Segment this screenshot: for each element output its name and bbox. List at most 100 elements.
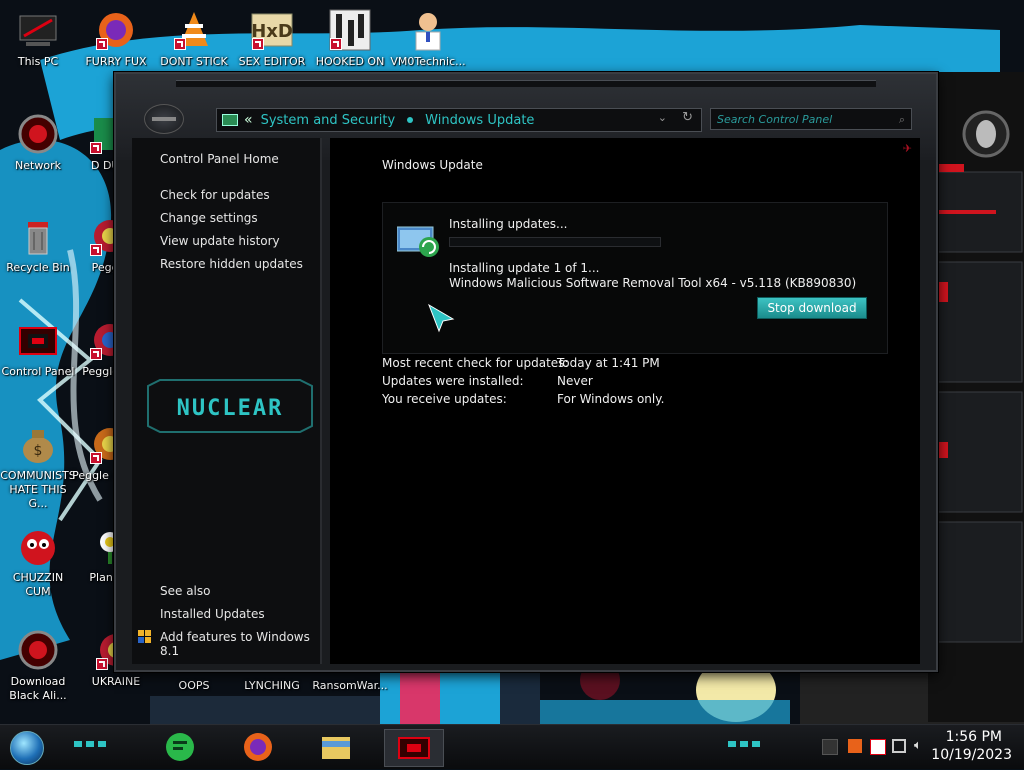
peggle-icon xyxy=(88,214,116,258)
mouse-cursor-icon xyxy=(427,303,457,337)
breadcrumb-windows-update[interactable]: Windows Update xyxy=(425,113,534,128)
desktop-icon-dum[interactable]: D DUM xyxy=(72,112,116,173)
show-desktop-icon[interactable] xyxy=(822,739,838,755)
desktop-icon-plants-zombies[interactable]: Plan Zo xyxy=(72,524,116,585)
desktop-icon-label: COMMUNISTS HATE THIS G... xyxy=(0,469,76,510)
desktop-icon-label: LYNCHING xyxy=(244,679,300,692)
desktop-icon-lynching[interactable]: LYNCHING xyxy=(234,676,310,693)
firefox-icon xyxy=(94,8,138,52)
desktop-icon-recycle-bin[interactable]: Recycle Bin xyxy=(0,214,76,275)
desktop-icon-label: Peggle of War xyxy=(72,469,116,482)
desktop-icon-label: This PC xyxy=(17,55,59,68)
desktop-icon-label: D DUM xyxy=(91,159,116,172)
start-button[interactable] xyxy=(10,731,44,765)
desktop-icon-furry-fux[interactable]: FURRY FUX xyxy=(78,8,154,69)
desktop-icon-oops[interactable]: OOPS xyxy=(156,676,232,693)
desktop-icon-chuzzin[interactable]: CHUZZIN CUM xyxy=(0,524,76,599)
taskbar-app-file-explorer[interactable] xyxy=(316,729,356,765)
green-notes-icon xyxy=(166,733,194,761)
main-content: ✈ Windows Update Installing updates... I… xyxy=(330,138,920,664)
desktop-icon-label: Recycle Bin xyxy=(6,261,70,274)
taskbar-decoration xyxy=(74,741,110,747)
desktop-icon-peggle-de[interactable]: Peggle De xyxy=(72,318,116,379)
desktop-icon-peggle-war[interactable]: Peggle of War xyxy=(72,422,116,483)
control-panel-icon xyxy=(16,318,60,362)
titlebar-ridge xyxy=(176,80,876,87)
search-icon[interactable]: ⌕ xyxy=(899,109,905,131)
red-creature-icon xyxy=(16,524,60,568)
peggle-icon xyxy=(88,318,116,362)
nuclear-logo-text: NUCLEAR xyxy=(177,396,284,421)
info-label-last-check: Most recent check for updates: xyxy=(382,356,569,370)
taskbar-app-control-panel[interactable] xyxy=(384,729,444,767)
stop-download-button[interactable]: Stop download xyxy=(757,297,867,319)
desktop-icon-communists[interactable]: $ COMMUNISTS HATE THIS G... xyxy=(0,422,76,511)
volume-icon[interactable]: 🔈︎ xyxy=(914,739,928,753)
vlc-cone-icon xyxy=(172,8,216,52)
chevron-double-left-icon[interactable]: « xyxy=(244,112,253,128)
back-button[interactable] xyxy=(144,104,184,134)
this-pc-icon xyxy=(16,8,60,52)
info-value-installed: Never xyxy=(557,374,593,388)
hex-editor-icon: HxD xyxy=(250,8,294,52)
desktop-icon-download-black[interactable]: Download Black Ali... xyxy=(0,628,76,703)
desktop-icon-label: FURRY FUX xyxy=(85,55,147,68)
desktop-icon-label: Peggle xyxy=(91,261,116,274)
sidebar-link-change-settings[interactable]: Change settings xyxy=(160,211,258,225)
desktop-icon-hooked-on[interactable]: HOOKED ON xyxy=(312,8,388,69)
shortcut-arrow-icon xyxy=(330,38,342,50)
breadcrumb-system-security[interactable]: System and Security xyxy=(261,113,396,128)
sidebar-link-home[interactable]: Control Panel Home xyxy=(160,152,279,166)
network-icon xyxy=(16,112,60,156)
desktop-icon-control-panel[interactable]: Control Panel xyxy=(0,318,76,379)
page-title: Windows Update xyxy=(382,158,483,172)
sidebar-link-restore-hidden[interactable]: Restore hidden updates xyxy=(160,257,303,271)
desktop-icon-dont-stick[interactable]: DONT STICK xyxy=(156,8,232,69)
windows-features-icon xyxy=(138,629,152,643)
network-tray-icon[interactable] xyxy=(892,739,906,753)
search-input[interactable]: Search Control Panel ⌕ xyxy=(710,108,912,130)
sidebar-link-installed-updates[interactable]: Installed Updates xyxy=(160,607,265,621)
desktop-icon-vm0technic[interactable]: VM0Technic... xyxy=(390,8,466,69)
update-progress-panel: Installing updates... Installing update … xyxy=(382,202,888,354)
chevron-down-icon[interactable]: ⌄ xyxy=(658,111,667,124)
tray-app-icon[interactable] xyxy=(848,739,862,753)
taskbar-app-notes[interactable] xyxy=(160,729,200,765)
info-label-installed: Updates were installed: xyxy=(382,374,524,388)
see-also-heading: See also xyxy=(160,584,211,598)
desktop-icon-this-pc[interactable]: This PC xyxy=(0,8,76,69)
info-label-receive: You receive updates: xyxy=(382,392,507,406)
help-icon[interactable]: ✈ xyxy=(903,142,912,155)
sidebar-link-check-updates[interactable]: Check for updates xyxy=(160,188,270,202)
control-panel-icon xyxy=(398,737,430,759)
shortcut-arrow-icon xyxy=(174,38,186,50)
desktop-icon-label: Download Black Ali... xyxy=(9,675,67,702)
breadcrumb-separator-icon xyxy=(407,117,414,123)
shortcut-arrow-icon xyxy=(252,38,264,50)
address-bar[interactable]: « System and Security Windows Update ⌄ ↻ xyxy=(216,108,702,132)
desktop-icon-peggle[interactable]: Peggle xyxy=(72,214,116,275)
info-value-last-check: Today at 1:41 PM xyxy=(557,356,660,370)
sidebar-link-view-history[interactable]: View update history xyxy=(160,234,280,248)
maze-icon xyxy=(328,8,372,52)
desktop-icon-sex-editor[interactable]: HxD SEX EDITOR xyxy=(234,8,310,69)
taskbar-app-firefox[interactable] xyxy=(238,729,278,765)
money-bag-icon: $ xyxy=(16,422,60,466)
clock-time[interactable]: 1:56 PM xyxy=(946,729,1002,745)
clock-date[interactable]: 10/19/2023 xyxy=(931,747,1012,763)
desktop-icon-label: Control Panel xyxy=(1,365,75,378)
desktop-icon-label: VM0Technic... xyxy=(390,55,466,68)
sidebar: Control Panel Home Check for updates Cha… xyxy=(132,138,322,664)
sidebar-link-add-features[interactable]: Add features to Windows 8.1 xyxy=(160,630,320,658)
refresh-icon[interactable]: ↻ xyxy=(682,110,693,125)
desktop-icon-ransomware[interactable]: RansomWar... xyxy=(312,676,388,693)
desktop-icon-network[interactable]: Network xyxy=(0,112,76,173)
desktop-icon-label: SEX EDITOR xyxy=(238,55,306,68)
shortcut-arrow-icon xyxy=(90,452,102,464)
action-center-flag-icon[interactable] xyxy=(870,739,886,755)
update-name-text: Windows Malicious Software Removal Tool … xyxy=(449,276,857,290)
desktop-icon-label: Network xyxy=(15,159,61,172)
svg-text:$: $ xyxy=(34,443,43,459)
desktop-icon-label: UKRAINE xyxy=(91,675,141,688)
control-panel-icon xyxy=(222,114,238,126)
